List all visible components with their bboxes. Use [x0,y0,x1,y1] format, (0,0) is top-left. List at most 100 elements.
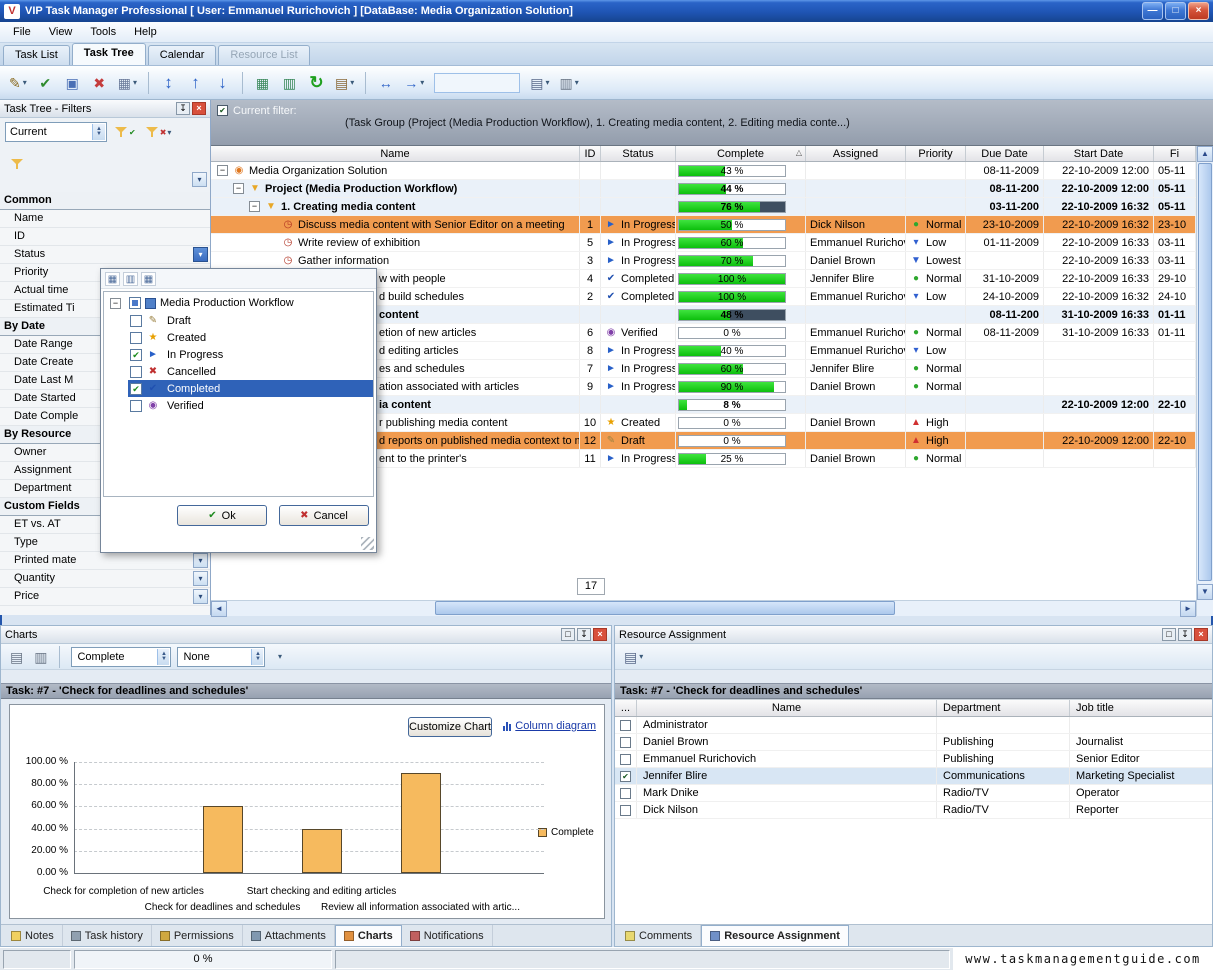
task-row[interactable]: −▼Project (Media Production Workflow)44 … [211,180,1196,198]
layout-button[interactable]: ▤▾ [526,70,553,95]
pin-icon[interactable]: ↧ [1178,628,1192,641]
status-option-in-progress[interactable]: ✔►In Progress [104,346,373,363]
maximize-button[interactable]: □ [1165,2,1186,20]
filter-item-name[interactable]: Name [0,210,210,228]
column-header-assigned[interactable]: Assigned [806,146,906,161]
scroll-up-icon[interactable]: ▲ [1197,146,1213,162]
filter-item-dropdown-button[interactable]: ▾ [193,589,208,604]
ok-button[interactable]: ✔ Ok [177,505,267,526]
column-header-priority[interactable]: Priority [906,146,966,161]
column-diagram-link[interactable]: Column diagram [503,720,596,732]
tab-notifications[interactable]: Notifications [402,925,493,946]
filter-enabled-checkbox[interactable]: ✔ [217,105,228,116]
resource-checkbox[interactable] [620,788,631,799]
status-option-checkbox[interactable] [130,400,142,412]
filter-item-id[interactable]: ID [0,228,210,246]
status-option-cancelled[interactable]: ✖Cancelled [104,363,373,380]
status-option-draft[interactable]: ✎Draft [104,312,373,329]
close-button[interactable]: × [1188,2,1209,20]
chart-series-combo[interactable]: Complete ▲▼ [71,647,171,667]
close-panel-button[interactable]: × [192,102,206,115]
view-tab-calendar[interactable]: Calendar [148,45,217,65]
status-option-created[interactable]: ★Created [104,329,373,346]
resource-row[interactable]: Emmanuel RurichovichPublishingSenior Edi… [615,751,1212,768]
pin-icon[interactable]: ↧ [176,102,190,115]
filter-item-dropdown-button[interactable]: ▾ [193,553,208,568]
status-option-checkbox[interactable] [130,366,142,378]
view-tab-task-tree[interactable]: Task Tree [72,43,146,65]
filter-panel-dropdown-button[interactable]: ▾ [192,172,207,187]
tab-task-history[interactable]: Task history [63,925,152,946]
resource-row[interactable]: Daniel BrownPublishingJournalist [615,734,1212,751]
status-option-checkbox[interactable] [130,315,142,327]
resource-checkbox[interactable] [620,720,631,731]
resource-column-header-name[interactable]: Name [637,700,937,716]
combo-spinner-icon[interactable]: ▲▼ [157,649,169,665]
toolbar-filter-combo[interactable] [434,73,520,93]
tab-charts[interactable]: Charts [335,925,402,946]
tab-notes[interactable]: Notes [3,925,63,946]
menu-item-tools[interactable]: Tools [81,24,125,40]
scroll-left-icon[interactable]: ◄ [211,601,227,617]
task-row[interactable]: −◉Media Organization Solution43 %08-11-2… [211,162,1196,180]
go-to-task-button[interactable]: →▾ [400,70,428,95]
combo-spinner-icon[interactable]: ▲▼ [251,649,263,665]
tab-comments[interactable]: Comments [617,925,701,946]
move-task-down-button[interactable]: ↓ [210,70,235,95]
current-filter-combo[interactable]: Current ▲▼ [5,122,107,142]
task-row[interactable]: ◷Discuss media content with Senior Edito… [211,216,1196,234]
copy-task-button[interactable]: ▣ [60,70,85,95]
scroll-thumb[interactable] [1198,163,1212,581]
more-actions-button[interactable]: ▦▾ [114,70,141,95]
resize-grip[interactable] [361,537,374,550]
resource-row[interactable]: Administrator [615,717,1212,734]
column-chooser-button[interactable]: ▥ [277,70,302,95]
resource-row[interactable]: Dick NilsonRadio/TVReporter [615,802,1212,819]
status-option-checkbox[interactable]: ✔ [130,383,142,395]
scroll-track[interactable] [227,601,1180,616]
column-header-name[interactable]: Name [211,146,580,161]
print-chart-button[interactable]: ▤ [6,646,27,667]
status-option-verified[interactable]: ◉Verified [104,397,373,414]
chart-group-combo[interactable]: None ▲▼ [177,647,265,667]
horizontal-scrollbar[interactable]: ◄ ► [211,600,1196,616]
tab-attachments[interactable]: Attachments [243,925,335,946]
expand-collapse-button[interactable]: ↕ [156,70,181,95]
menu-item-help[interactable]: Help [125,24,166,40]
resource-list-button[interactable]: ▤ ▾ [620,646,647,667]
edit-task-button[interactable]: ✎▾ [5,70,31,95]
check-all-icon[interactable]: ▦ [105,272,120,286]
collapse-box[interactable]: − [217,165,228,176]
move-task-up-button[interactable]: ↑ [183,70,208,95]
status-option-checkbox[interactable]: ✔ [130,349,142,361]
expand-nodes-icon[interactable]: ▦ [141,272,156,286]
collapse-box[interactable]: − [249,201,260,212]
print-preview-button[interactable]: ▥ [30,646,51,667]
cancel-button[interactable]: ✖ Cancel [279,505,369,526]
root-checkbox[interactable] [129,297,141,309]
complete-task-button[interactable]: ✔ [33,70,58,95]
refresh-button[interactable]: ↻ [304,70,329,95]
task-row[interactable]: −▼1. Creating media content76 %03-11-200… [211,198,1196,216]
column-header-start-date[interactable]: Start Date [1044,146,1154,161]
collapse-box[interactable]: − [233,183,244,194]
resource-checkbox[interactable]: ✔ [620,771,631,782]
resource-checkbox[interactable] [620,805,631,816]
column-header-complete[interactable]: Complete△ [676,146,806,161]
resource-column-header-department[interactable]: Department [937,700,1070,716]
restore-panel-icon[interactable]: □ [561,628,575,641]
resource-column-header-job-title[interactable]: Job title [1070,700,1213,716]
filter-item-dropdown-button[interactable]: ▾ [193,571,208,586]
scroll-down-icon[interactable]: ▼ [1197,584,1213,600]
status-tree-root[interactable]: − Media Production Workflow [104,294,373,312]
collapse-all-button[interactable]: ↔ [373,70,398,95]
minimize-button[interactable]: — [1142,2,1163,20]
resource-row[interactable]: ✔Jennifer BlireCommunicationsMarketing S… [615,768,1212,785]
collapse-box[interactable]: − [110,298,121,309]
menu-item-file[interactable]: File [4,24,40,40]
scroll-thumb[interactable] [435,601,895,615]
task-row[interactable]: ◷Write review of exhibition5►In Progress… [211,234,1196,252]
customize-chart-button[interactable]: Customize Chart [408,717,492,737]
resource-column-header-check[interactable]: ... [615,700,637,716]
apply-filter-button[interactable]: ✔ [112,124,138,140]
